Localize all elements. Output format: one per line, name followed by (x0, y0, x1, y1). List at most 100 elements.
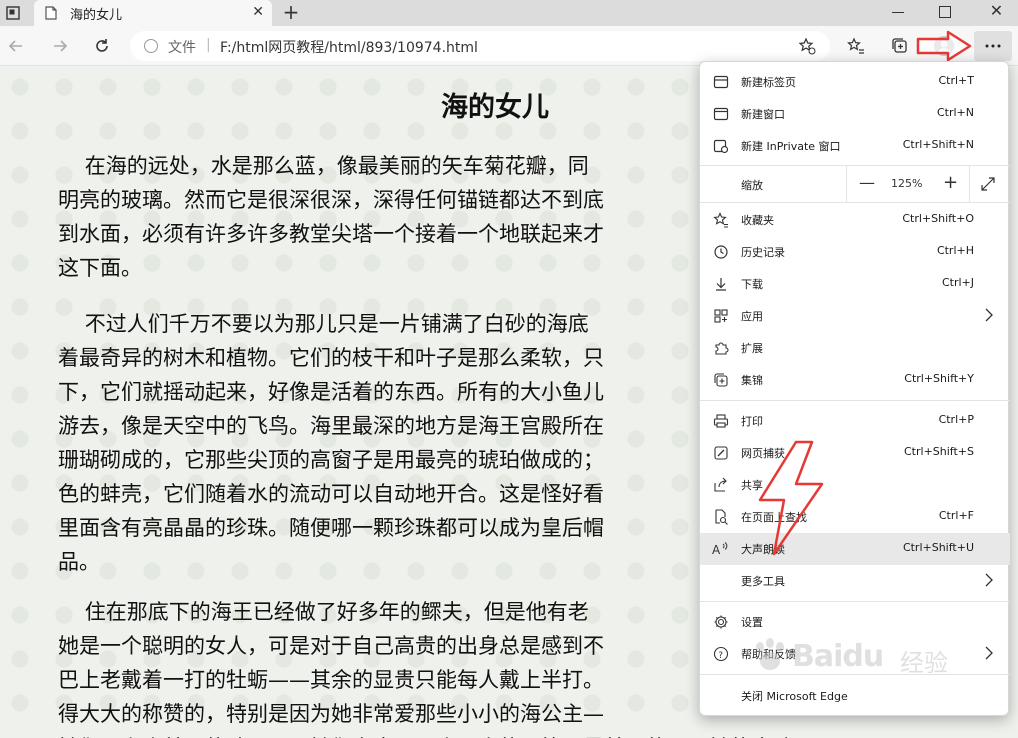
menu-item-more-tools[interactable]: 更多工具 (700, 565, 1010, 597)
download-icon (712, 275, 730, 293)
menu-item-collections[interactable]: 集锦 Ctrl+Shift+Y (700, 364, 1010, 396)
favorites-icon (847, 37, 864, 54)
chevron-right-icon (985, 308, 993, 322)
minimize-button[interactable] (878, 0, 918, 26)
menu-divider (700, 202, 1010, 203)
menu-item-share[interactable]: 共享 (700, 469, 1010, 501)
favorites-button[interactable] (842, 32, 870, 60)
menu-item-label: 下载 (741, 278, 763, 291)
menu-item-new-tab[interactable]: 新建标签页 Ctrl+T (700, 66, 1010, 98)
read-aloud-icon: A (712, 540, 730, 558)
menu-item-web-capture[interactable]: 网页捕获 Ctrl+Shift+S (700, 437, 1010, 469)
menu-item-label: 新建 InPrivate 窗口 (741, 140, 841, 153)
address-url[interactable]: F:/html网页教程/html/893/10974.html (220, 37, 478, 57)
new-tab-icon (712, 73, 730, 91)
window-close-button[interactable]: ✕ (975, 0, 1018, 26)
collections-icon (892, 38, 907, 53)
menu-item-label: 新建标签页 (741, 76, 796, 89)
back-arrow-icon (8, 40, 22, 52)
back-button[interactable] (2, 32, 30, 60)
annotation-arrow-icon (916, 30, 972, 62)
menu-divider (700, 601, 1010, 602)
chevron-right-icon (985, 646, 993, 660)
menu-item-shortcut: Ctrl+J (941, 276, 974, 289)
zoom-in-button[interactable]: + (943, 172, 958, 193)
svg-text:?: ? (718, 651, 723, 661)
menu-item-label: 历史记录 (741, 246, 785, 259)
menu-item-read-aloud[interactable]: A 大声朗读 Ctrl+Shift+U (700, 533, 1010, 565)
menu-item-label: 集锦 (741, 374, 763, 387)
star-icon (712, 211, 730, 229)
refresh-button[interactable] (88, 32, 116, 60)
zoom-label: 缩放 (741, 179, 763, 192)
fullscreen-icon[interactable] (980, 176, 996, 192)
menu-item-shortcut: Ctrl+Shift+Y (904, 372, 974, 385)
menu-item-label: 扩展 (741, 342, 763, 355)
menu-item-favorites[interactable]: 收藏夹 Ctrl+Shift+O (700, 204, 1010, 236)
menu-item-downloads[interactable]: 下载 Ctrl+J (700, 268, 1010, 300)
tab-strip: 海的女儿 ✕ + ✕ (0, 0, 1018, 26)
add-favorite-icon[interactable] (798, 37, 816, 55)
article-paragraph-1: 在海的远处，水是那么蓝，像最美丽的矢车菊花瓣，同 明亮的玻璃。然而它是很深很深，… (58, 154, 604, 280)
forward-button[interactable] (46, 32, 74, 60)
maximize-button[interactable] (925, 0, 965, 26)
tab-actions-button[interactable] (0, 0, 26, 26)
zoom-level: 125% (891, 177, 923, 190)
tab-actions-icon (6, 6, 20, 20)
menu-item-label: 收藏夹 (741, 214, 774, 227)
web-capture-icon (712, 444, 730, 462)
address-separator: | (206, 37, 211, 53)
settings-and-more-button[interactable] (974, 31, 1012, 61)
menu-item-shortcut: Ctrl+F (938, 509, 974, 522)
menu-divider (700, 400, 1010, 401)
inprivate-icon (712, 137, 730, 155)
zoom-controls: — 125% + (846, 166, 970, 202)
apps-icon (712, 307, 730, 325)
print-icon (712, 412, 730, 430)
menu-item-print[interactable]: 打印 Ctrl+P (700, 405, 1010, 437)
menu-item-shortcut: Ctrl+T (938, 74, 974, 87)
menu-item-new-window[interactable]: 新建窗口 Ctrl+N (700, 98, 1010, 130)
paw-icon (756, 638, 784, 670)
help-icon: ? (712, 645, 730, 663)
menu-item-shortcut: Ctrl+N (936, 106, 974, 119)
menu-item-shortcut: Ctrl+Shift+N (902, 138, 974, 151)
browser-toolbar: 文件 | F:/html网页教程/html/893/10974.html (0, 26, 1018, 66)
watermark-brand: Baidu (792, 639, 884, 674)
tab-title: 海的女儿 (70, 8, 123, 23)
collections-button[interactable] (886, 32, 914, 60)
menu-item-label: 更多工具 (741, 575, 785, 588)
more-horizontal-icon (985, 44, 1001, 48)
forward-arrow-icon (54, 40, 68, 52)
menu-item-label: 应用 (741, 310, 763, 323)
chevron-right-icon (985, 573, 993, 587)
zoom-row: 缩放 — 125% + (700, 166, 1010, 202)
address-bar[interactable]: 文件 | F:/html网页教程/html/893/10974.html (130, 31, 830, 61)
watermark-logo: Baidu 经验 (750, 625, 950, 685)
history-icon (712, 243, 730, 261)
menu-item-extensions[interactable]: 扩展 (700, 332, 1010, 364)
watermark-sub: 经验 (900, 649, 948, 677)
menu-item-shortcut: Ctrl+Shift+S (904, 445, 974, 458)
menu-item-label: 新建窗口 (741, 108, 785, 121)
address-scheme: 文件 (168, 40, 196, 56)
settings-icon (712, 613, 730, 631)
zoom-out-button[interactable]: — (859, 173, 875, 192)
collections-icon (712, 371, 730, 389)
tab-close-icon[interactable]: ✕ (252, 4, 264, 20)
menu-item-apps[interactable]: 应用 (700, 300, 1010, 332)
menu-item-new-inprivate-window[interactable]: 新建 InPrivate 窗口 Ctrl+Shift+N (700, 130, 1010, 162)
menu-item-shortcut: Ctrl+Shift+O (902, 212, 974, 225)
settings-and-more-menu: 新建标签页 Ctrl+T 新建窗口 Ctrl+N 新建 InPrivate 窗口… (699, 61, 1010, 716)
find-icon (712, 508, 730, 526)
menu-item-label: 打印 (741, 415, 763, 428)
menu-item-find-on-page[interactable]: 在页面上查找 Ctrl+F (700, 501, 1010, 533)
menu-item-history[interactable]: 历史记录 Ctrl+H (700, 236, 1010, 268)
extensions-icon (712, 339, 730, 357)
new-tab-button[interactable]: + (280, 0, 302, 26)
site-info-icon[interactable] (144, 39, 158, 53)
refresh-icon (96, 39, 108, 52)
new-window-icon (712, 105, 730, 123)
menu-item-shortcut: Ctrl+P (938, 413, 974, 426)
tab-active[interactable]: 海的女儿 ✕ (34, 0, 272, 26)
